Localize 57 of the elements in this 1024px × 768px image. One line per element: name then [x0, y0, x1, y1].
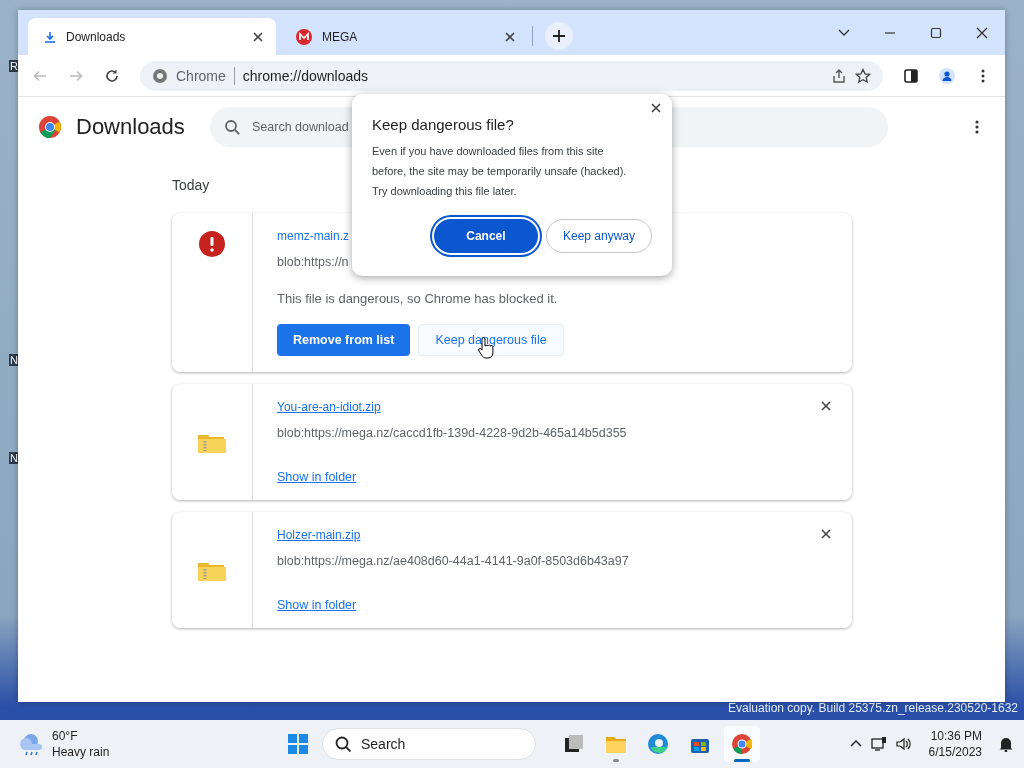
danger-message: This file is dangerous, so Chrome has blocked it. — [277, 291, 559, 306]
section-heading: Today — [172, 177, 210, 193]
volume-icon[interactable] — [894, 736, 911, 752]
task-view-icon — [563, 733, 585, 755]
clock-time[interactable]: 10:36 PM — [930, 728, 982, 744]
address-bar[interactable]: Chrome chrome://downloads — [140, 60, 883, 91]
desktop-icon-label[interactable]: N — [9, 354, 19, 366]
warning-icon — [199, 231, 225, 257]
file-name-link[interactable]: memz-main.z — [277, 229, 349, 243]
close-icon[interactable] — [650, 102, 662, 114]
chrome-logo-icon — [152, 67, 168, 84]
close-tab-icon[interactable] — [504, 30, 516, 43]
keep-anyway-button[interactable]: Keep anyway — [545, 219, 652, 253]
mega-logo-icon — [296, 28, 312, 45]
chrome-logo-icon — [731, 733, 753, 755]
weather-condition: Heavy rain — [52, 744, 110, 760]
search-icon — [335, 736, 351, 752]
browser-swirl-icon — [647, 733, 669, 755]
page-title: Downloads — [76, 114, 186, 140]
chrome-logo-icon — [38, 115, 62, 139]
browser-tab[interactable]: Downloads — [28, 18, 276, 55]
reload-icon[interactable] — [104, 67, 120, 84]
plus-icon — [552, 29, 566, 43]
new-tab-button[interactable] — [545, 22, 573, 50]
dialog-message: Even if you have downloaded files from this site before, the site may be temporarily unsafe (hacked). Try downloading this file later. — [372, 144, 628, 199]
show-in-folder-link[interactable]: Show in folder — [277, 598, 357, 612]
file-url: blob:https://mega.nz/caccd1fb-139d-4228-9d2b-465a14b5d355 — [277, 426, 628, 440]
download-icon — [44, 30, 56, 43]
taskbar-search-field[interactable]: Search — [322, 728, 536, 760]
maximize-icon[interactable] — [930, 26, 942, 39]
url-text: chrome://downloads — [242, 67, 370, 84]
browser-tab[interactable]: MEGA — [280, 18, 528, 55]
share-icon[interactable] — [831, 67, 847, 84]
desktop-icon-label[interactable]: N — [9, 452, 19, 464]
file-url: blob:https://mega.nz/ae408d60-44a1-4141-9a0f-8503d6b43a97 — [277, 554, 630, 568]
site-chip: Chrome — [176, 66, 235, 85]
clock-date[interactable]: 6/15/2023 — [928, 744, 982, 760]
file-name-link[interactable]: Holzer-main.zip — [277, 528, 361, 542]
notification-bell-icon[interactable] — [998, 736, 1014, 752]
file-name-link[interactable]: You-are-an-idiot.zip — [277, 400, 381, 414]
star-icon[interactable] — [855, 67, 871, 84]
search-icon — [224, 119, 240, 135]
close-icon[interactable] — [820, 400, 832, 412]
watermark-text: Evaluation copy. Build 25375.zn_release.230520-1632 — [728, 701, 1018, 715]
profile-avatar-icon[interactable] — [939, 67, 955, 84]
show-in-folder-link[interactable]: Show in folder — [277, 470, 357, 484]
desktop-icon-label[interactable]: R — [9, 60, 19, 72]
close-icon[interactable] — [820, 528, 832, 540]
network-icon[interactable] — [870, 736, 887, 752]
side-panel-icon[interactable] — [903, 67, 919, 84]
close-tab-icon[interactable] — [252, 30, 264, 43]
windows-start-icon[interactable] — [287, 733, 309, 755]
temperature-text: 60°F — [52, 728, 79, 744]
remove-button[interactable]: Remove from list — [277, 324, 411, 356]
file-url: blob:https://n — [277, 255, 350, 269]
close-icon[interactable] — [976, 26, 988, 39]
dialog-title: Keep dangerous file? — [372, 116, 515, 133]
